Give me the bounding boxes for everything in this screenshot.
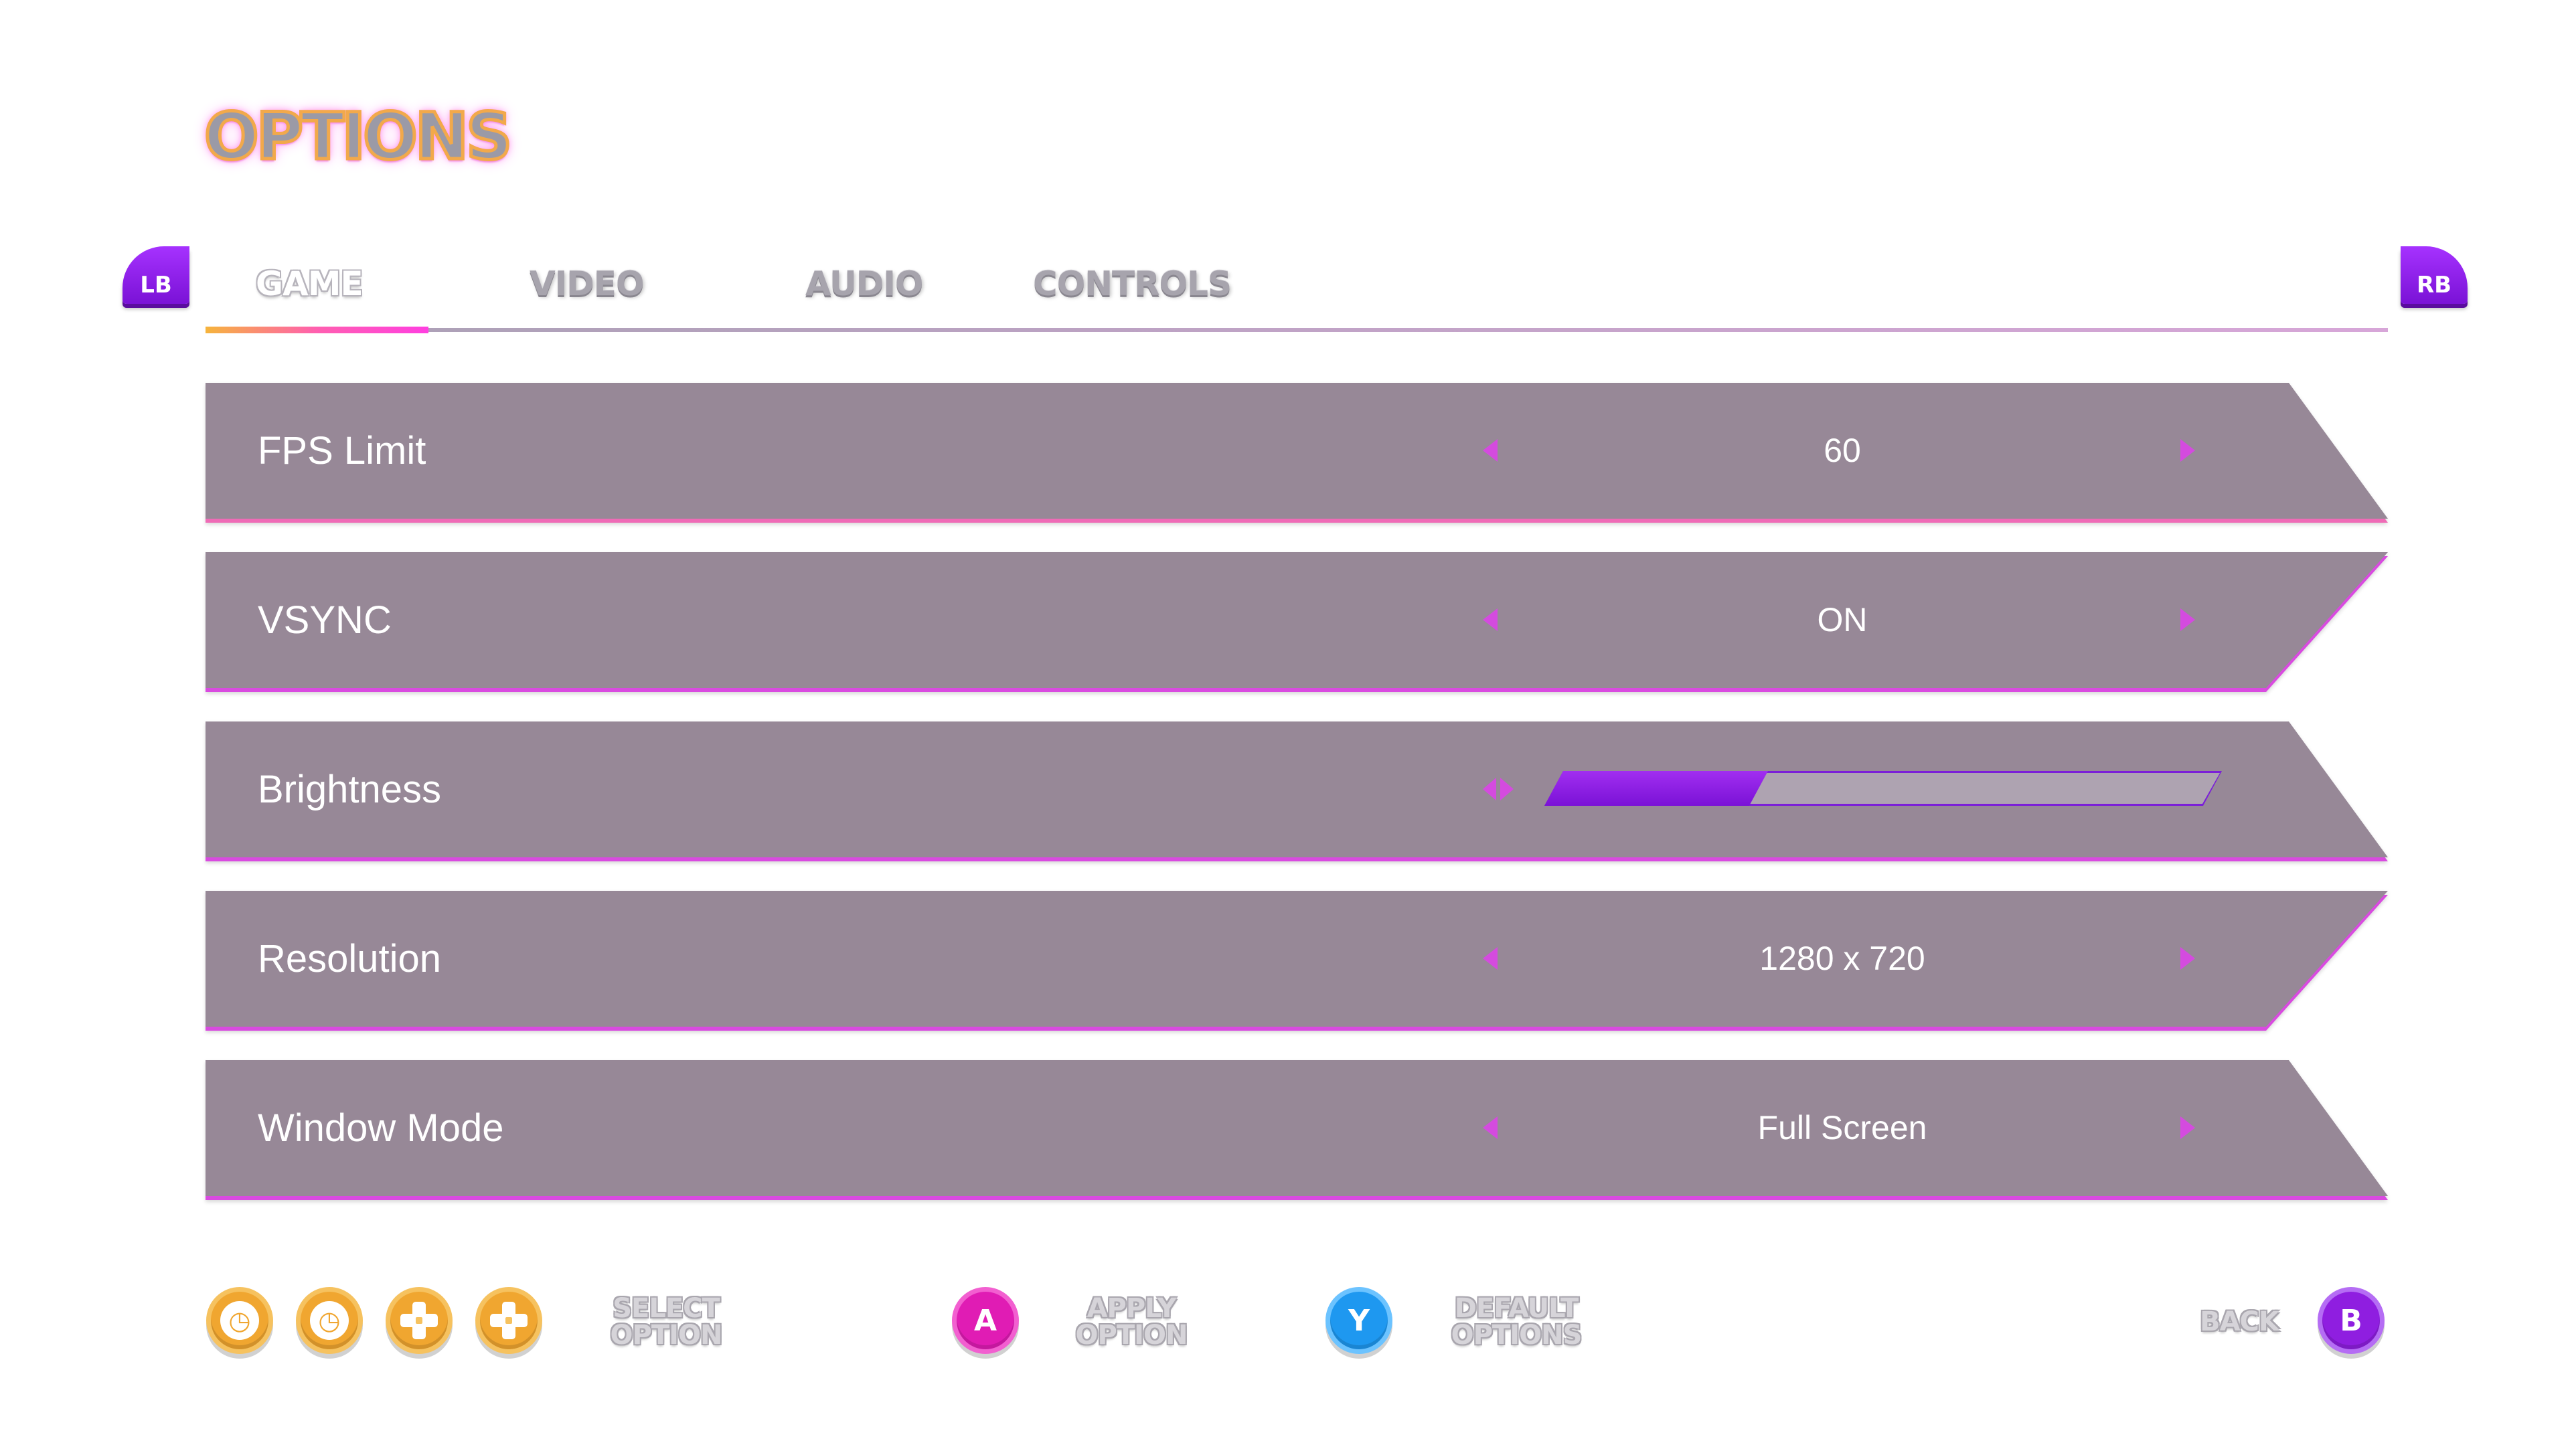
setting-label: VSYNC — [258, 598, 392, 642]
setting-label: Window Mode — [258, 1106, 504, 1150]
setting-row-brightness[interactable]: Brightness — [206, 721, 2388, 857]
dpad-icon — [386, 1287, 453, 1354]
rb-bumper-button[interactable]: RB — [2401, 246, 2468, 304]
y-button-icon[interactable]: Y — [1325, 1287, 1392, 1354]
default-options-hint: DEFAULT OPTIONS — [1451, 1293, 1583, 1351]
active-tab-indicator — [206, 327, 428, 333]
select-option-hint: SELECT OPTION — [610, 1293, 723, 1351]
b-button-icon[interactable]: B — [2318, 1287, 2385, 1354]
setting-value: Full Screen — [1757, 1109, 1927, 1146]
setting-value: 1280 x 720 — [1759, 940, 1925, 977]
slider-fill — [1544, 771, 1768, 806]
brightness-slider[interactable] — [1544, 771, 2222, 806]
a-button-icon[interactable]: A — [952, 1287, 1019, 1354]
arrow-right-icon[interactable] — [2180, 1116, 2195, 1139]
arrow-right-icon[interactable] — [2180, 947, 2195, 970]
left-stick-icon: ◷ — [206, 1287, 273, 1354]
setting-value: 60 — [1824, 432, 1861, 469]
arrow-right-icon[interactable] — [2180, 439, 2195, 462]
arrow-left-icon[interactable] — [1483, 608, 1498, 631]
setting-label: Resolution — [258, 937, 442, 980]
tab-game[interactable]: GAME — [256, 264, 364, 303]
arrow-left-icon[interactable] — [1483, 1116, 1498, 1139]
tab-video[interactable]: VIDEO — [530, 264, 644, 303]
tab-bar: GAME VIDEO AUDIO CONTROLS — [206, 258, 2388, 335]
left-stick-press-icon: ◷ — [296, 1287, 363, 1354]
dpad-icon — [475, 1287, 542, 1354]
back-hint: BACK — [2200, 1306, 2279, 1337]
setting-label: Brightness — [258, 768, 442, 811]
arrow-left-icon[interactable] — [1483, 439, 1498, 462]
setting-row-window-mode[interactable]: Window Mode Full Screen — [206, 1060, 2388, 1196]
setting-row-resolution[interactable]: Resolution 1280 x 720 — [206, 891, 2388, 1027]
setting-value: ON — [1817, 601, 1868, 638]
lb-bumper-button[interactable]: LB — [123, 246, 189, 304]
tab-audio[interactable]: AUDIO — [805, 264, 923, 303]
adjust-arrows-icon[interactable] — [1483, 778, 1523, 800]
tab-controls[interactable]: CONTROLS — [1033, 264, 1232, 303]
arrow-right-icon[interactable] — [2180, 608, 2195, 631]
tab-underline — [206, 328, 2388, 332]
setting-row-fps-limit[interactable]: FPS Limit 60 — [206, 383, 2388, 519]
menu-title: OPTIONS — [202, 98, 513, 176]
setting-label: FPS Limit — [258, 429, 426, 473]
setting-row-vsync[interactable]: VSYNC ON — [206, 552, 2388, 688]
apply-option-hint: APPLY OPTION — [1075, 1293, 1188, 1351]
arrow-left-icon[interactable] — [1483, 947, 1498, 970]
